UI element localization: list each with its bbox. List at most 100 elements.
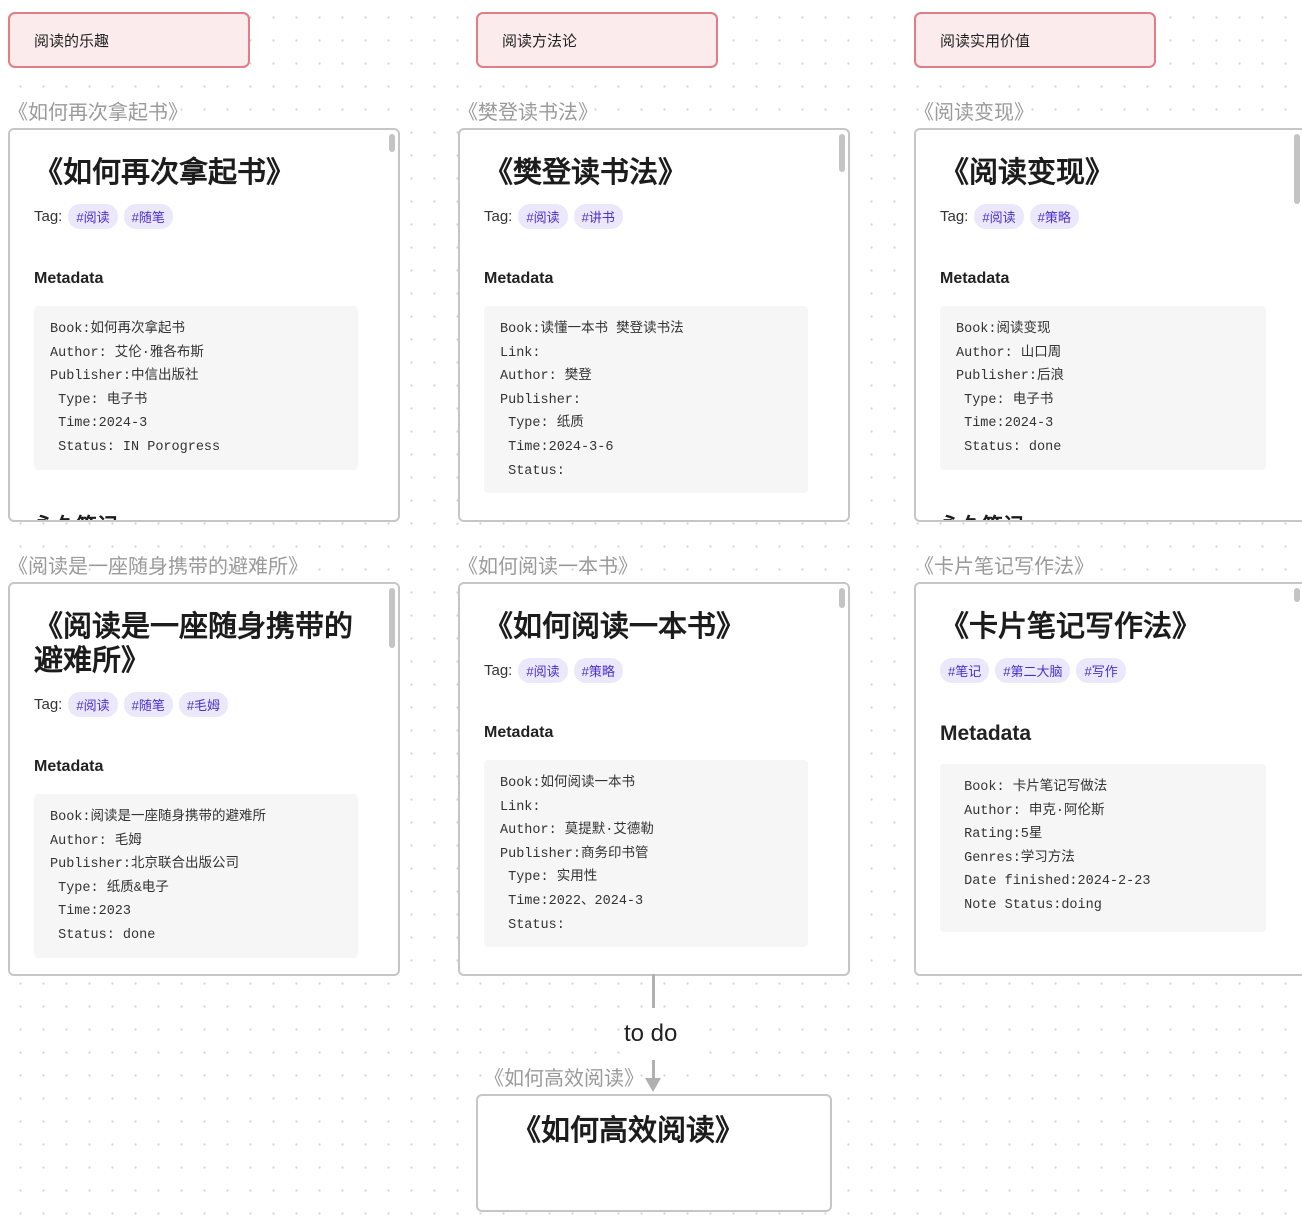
tag[interactable]: #阅读 bbox=[68, 692, 118, 717]
scrollbar[interactable] bbox=[389, 134, 395, 152]
tag-row: Tag: #阅读 #随笔 #毛姆 bbox=[34, 692, 229, 717]
metadata-line: Book: 卡片笔记写做法 bbox=[956, 780, 1108, 795]
metadata-line: Status: bbox=[500, 463, 565, 479]
metadata-line: Note Status:doing bbox=[956, 897, 1102, 913]
card-file-label[interactable]: 《卡片笔记写作法》 bbox=[914, 550, 1094, 579]
metadata-block: Book:如何再次拿起书 Author: 艾伦·雅各布斯 Publisher:中… bbox=[34, 306, 358, 470]
note-card[interactable]: 《樊登读书法》 Tag: #阅读 #讲书 Metadata Book:读懂一本书… bbox=[458, 128, 850, 522]
metadata-line: Type: 实用性 bbox=[500, 870, 598, 886]
card-file-label[interactable]: 《樊登读书法》 bbox=[458, 96, 598, 125]
tag[interactable]: #讲书 bbox=[573, 204, 623, 229]
card-file-label[interactable]: 《阅读变现》 bbox=[914, 96, 1034, 125]
tag-row: Tag: #阅读 #讲书 bbox=[484, 204, 623, 229]
metadata-line: Publisher:北京联合出版公司 bbox=[50, 857, 240, 873]
tag[interactable]: #笔记 bbox=[940, 658, 990, 683]
metadata-block: Book:阅读是一座随身携带的避难所 Author: 毛姆 Publisher:… bbox=[34, 794, 358, 958]
metadata-line: Book:阅读变现 bbox=[956, 322, 1051, 337]
note-card[interactable]: 《如何阅读一本书》 Tag: #阅读 #策略 Metadata Book:如何阅… bbox=[458, 582, 850, 976]
metadata-block: Book: 卡片笔记写做法 Author: 申克·阿伦斯 Rating:5星 G… bbox=[940, 764, 1266, 932]
metadata-block: Book:阅读变现 Author: 山口周 Publisher:后浪 Type:… bbox=[940, 306, 1266, 470]
metadata-line: Time:2024-3-6 bbox=[500, 439, 614, 455]
note-title: 《阅读变现》 bbox=[940, 157, 1115, 189]
metadata-line: Publisher:商务印书管 bbox=[500, 846, 649, 862]
metadata-line: Genres:学习方法 bbox=[956, 850, 1075, 866]
group-reading-methodology[interactable]: 阅读方法论 bbox=[476, 12, 718, 68]
tag[interactable]: #随笔 bbox=[123, 692, 173, 717]
tag-row: Tag: #阅读 #策略 bbox=[484, 658, 623, 683]
metadata-line: Type: 电子书 bbox=[50, 392, 148, 408]
edge-label[interactable]: to do bbox=[624, 1020, 677, 1048]
metadata-line: Author: 山口周 bbox=[956, 345, 1062, 361]
metadata-block: Book:读懂一本书 樊登读书法 Link: Author: 樊登 Publis… bbox=[484, 306, 808, 494]
note-card[interactable]: 《阅读变现》 Tag: #阅读 #策略 Metadata Book:阅读变现 A… bbox=[914, 128, 1302, 522]
metadata-line: Status: done bbox=[956, 439, 1062, 455]
note-card[interactable]: 《如何高效阅读》 bbox=[476, 1094, 832, 1212]
metadata-line: Type: 纸质&电子 bbox=[50, 880, 169, 896]
tag[interactable]: #策略 bbox=[573, 658, 623, 683]
metadata-heading: Metadata bbox=[484, 270, 554, 287]
group-label: 阅读的乐趣 bbox=[34, 32, 110, 50]
scrollbar[interactable] bbox=[389, 588, 395, 648]
metadata-line: Book:读懂一本书 樊登读书法 bbox=[500, 322, 684, 337]
tag-row: #笔记 #第二大脑 #写作 bbox=[940, 658, 1126, 683]
metadata-line: Status: IN Porogress bbox=[50, 439, 221, 455]
metadata-line: Time:2024-3 bbox=[956, 416, 1054, 432]
metadata-line: Link: bbox=[500, 799, 541, 815]
tag[interactable]: #阅读 bbox=[68, 204, 118, 229]
tag-row: Tag: #阅读 #策略 bbox=[940, 204, 1079, 229]
metadata-line: Author: 申克·阿伦斯 bbox=[956, 803, 1105, 819]
metadata-line: Publisher:中信出版社 bbox=[50, 369, 199, 385]
metadata-line: Rating:5星 bbox=[956, 827, 1043, 843]
scrollbar[interactable] bbox=[839, 134, 845, 172]
metadata-heading: Metadata bbox=[940, 722, 1032, 745]
metadata-line: Author: 毛姆 bbox=[50, 833, 142, 849]
tag-prefix: Tag: bbox=[484, 662, 513, 679]
note-title: 《如何再次拿起书》 bbox=[34, 157, 296, 189]
metadata-line: Time:2024-3 bbox=[50, 416, 148, 432]
metadata-line: Type: 电子书 bbox=[956, 392, 1054, 408]
note-card[interactable]: 《阅读是一座随身携带的避难所》 Tag: #阅读 #随笔 #毛姆 Metadat… bbox=[8, 582, 400, 976]
note-title: 《卡片笔记写作法》 bbox=[940, 611, 1202, 643]
metadata-line: Time:2023 bbox=[50, 904, 132, 920]
tag[interactable]: #写作 bbox=[1076, 658, 1126, 683]
metadata-line: Book:如何再次拿起书 bbox=[50, 322, 186, 337]
metadata-line: Link: bbox=[500, 345, 541, 361]
metadata-line: Author: 莫提默·艾德勒 bbox=[500, 823, 654, 839]
card-file-label[interactable]: 《如何高效阅读》 bbox=[484, 1062, 644, 1091]
metadata-line: Book:阅读是一座随身携带的避难所 bbox=[50, 810, 267, 825]
tag-prefix: Tag: bbox=[940, 208, 969, 225]
note-title: 《樊登读书法》 bbox=[484, 157, 688, 189]
metadata-heading: Metadata bbox=[484, 724, 554, 741]
scrollbar[interactable] bbox=[1294, 588, 1300, 602]
tag[interactable]: #阅读 bbox=[518, 204, 568, 229]
metadata-line: Author: 艾伦·雅各布斯 bbox=[50, 345, 204, 361]
metadata-line: Book:如何阅读一本书 bbox=[500, 776, 636, 791]
metadata-heading: Metadata bbox=[940, 270, 1010, 287]
tag[interactable]: #毛姆 bbox=[178, 692, 229, 717]
tag[interactable]: #阅读 bbox=[518, 658, 568, 683]
card-file-label[interactable]: 《如何阅读一本书》 bbox=[458, 550, 638, 579]
tag[interactable]: #阅读 bbox=[974, 204, 1024, 229]
tag[interactable]: #第二大脑 bbox=[995, 658, 1071, 683]
tag-row: Tag: #阅读 #随笔 bbox=[34, 204, 173, 229]
scrollbar[interactable] bbox=[1294, 134, 1300, 204]
metadata-line: Publisher:后浪 bbox=[956, 369, 1065, 385]
section-heading: 永久笔记 bbox=[34, 510, 118, 520]
group-reading-fun[interactable]: 阅读的乐趣 bbox=[8, 12, 250, 68]
metadata-block: Book:如何阅读一本书 Link: Author: 莫提默·艾德勒 Publi… bbox=[484, 760, 808, 948]
note-card[interactable]: 《如何再次拿起书》 Tag: #阅读 #随笔 Metadata Book:如何再… bbox=[8, 128, 400, 522]
group-label: 阅读实用价值 bbox=[940, 32, 1031, 50]
note-card[interactable]: 《卡片笔记写作法》 #笔记 #第二大脑 #写作 Metadata Book: 卡… bbox=[914, 582, 1302, 976]
scrollbar[interactable] bbox=[839, 588, 845, 608]
arrow-down-icon bbox=[645, 1078, 661, 1092]
tag[interactable]: #随笔 bbox=[123, 204, 173, 229]
card-file-label[interactable]: 《阅读是一座随身携带的避难所》 bbox=[8, 550, 308, 579]
group-reading-practical-value[interactable]: 阅读实用价值 bbox=[914, 12, 1156, 68]
metadata-line: Author: 樊登 bbox=[500, 369, 592, 385]
tag[interactable]: #策略 bbox=[1029, 204, 1079, 229]
note-title: 《阅读是一座随身携带的避难所》 bbox=[34, 611, 354, 677]
metadata-heading: Metadata bbox=[34, 270, 104, 287]
metadata-line: Time:2022、2024-3 bbox=[500, 893, 644, 909]
card-file-label[interactable]: 《如何再次拿起书》 bbox=[8, 96, 188, 125]
note-title: 《如何阅读一本书》 bbox=[484, 611, 746, 643]
